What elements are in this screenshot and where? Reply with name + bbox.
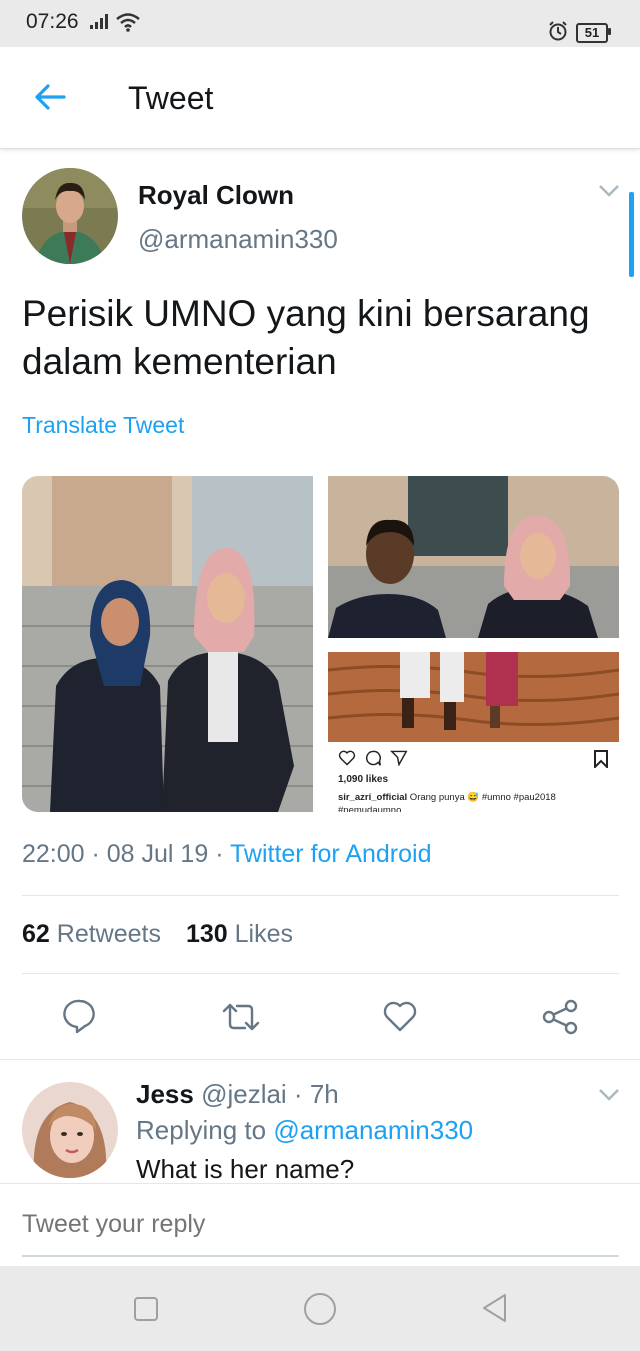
author-name[interactable]: Royal Clown xyxy=(138,180,294,211)
retweets-stat[interactable]: 62 Retweets xyxy=(22,920,161,948)
likes-label: Likes xyxy=(234,920,293,948)
tweet-timestamp: 22:00 · 08 Jul 19 · Twitter for Android xyxy=(22,840,432,869)
translate-tweet-link[interactable]: Translate Tweet xyxy=(22,412,184,439)
status-time: 07:26 xyxy=(26,10,79,33)
replying-to-mention[interactable]: @armanamin330 xyxy=(273,1115,473,1145)
likes-count: 130 xyxy=(185,920,228,948)
embedded-post-likes: 1,090 likes xyxy=(338,774,389,785)
replying-to: Replying to @armanamin330 xyxy=(136,1115,473,1146)
retweets-label: Retweets xyxy=(56,920,161,948)
chevron-down-icon[interactable] xyxy=(598,1088,620,1102)
tweet-stats: 62 Retweets 130 Likes xyxy=(22,920,293,949)
embedded-post-caption: sir_azri_official Orang punya 😅 #umno #p… xyxy=(338,792,556,803)
signal-icon xyxy=(90,14,108,29)
embedded-post-caption-text: Orang punya 😅 #umno #pau2018 xyxy=(407,792,556,803)
alarm-icon xyxy=(549,21,567,41)
tweet-text: Perisik UMNO yang kini bersarang dalam k… xyxy=(22,293,590,382)
back-arrow-icon[interactable] xyxy=(34,83,66,111)
share-icon[interactable] xyxy=(542,999,578,1035)
reply-input-underline xyxy=(22,1255,619,1257)
divider xyxy=(22,895,619,896)
embedded-post-username: sir_azri_official xyxy=(338,792,408,803)
reply-input[interactable] xyxy=(22,1210,612,1239)
reply-text: What is her name? xyxy=(136,1154,355,1182)
author-avatar[interactable] xyxy=(22,168,118,264)
media-photo-1[interactable] xyxy=(22,476,313,812)
chevron-down-icon[interactable] xyxy=(598,184,620,198)
wifi-icon xyxy=(116,13,140,32)
divider xyxy=(22,973,619,974)
heart-outline-icon xyxy=(338,750,356,766)
back-nav-icon[interactable] xyxy=(480,1292,508,1324)
reply-author-name[interactable]: Jess xyxy=(136,1079,194,1109)
scrollbar[interactable] xyxy=(629,192,634,277)
likes-stat[interactable]: 130 Likes xyxy=(186,920,293,948)
battery-icon xyxy=(608,28,611,35)
comment-bubble-icon xyxy=(365,750,381,766)
retweet-icon[interactable] xyxy=(221,1002,261,1032)
reply-icon[interactable] xyxy=(63,998,97,1034)
app-bar xyxy=(0,47,640,149)
send-icon xyxy=(390,750,408,766)
like-heart-icon[interactable] xyxy=(382,1001,418,1033)
reply-header: Jess @jezlai · 7h xyxy=(136,1079,339,1110)
replying-to-label: Replying to xyxy=(136,1115,274,1145)
page-title: Tweet xyxy=(128,80,214,116)
reply-handle-time: @jezlai · 7h xyxy=(193,1079,339,1109)
embedded-post-caption-more: #pemudaumno xyxy=(338,805,402,812)
divider xyxy=(0,1059,640,1060)
author-handle[interactable]: @armanamin330 xyxy=(138,224,338,255)
recent-apps-icon[interactable] xyxy=(133,1296,159,1322)
home-icon[interactable] xyxy=(303,1292,337,1326)
reply-avatar[interactable] xyxy=(22,1082,118,1178)
tweet-media[interactable]: 1,090 likes sir_azri_official Orang puny… xyxy=(22,476,619,812)
bookmark-icon xyxy=(594,750,608,768)
tweet-source-link[interactable]: Twitter for Android xyxy=(230,840,431,868)
tweet-datetime: 22:00 · 08 Jul 19 · xyxy=(22,840,231,868)
retweets-count: 62 xyxy=(22,920,50,948)
media-photo-2[interactable] xyxy=(328,476,619,638)
media-photo-3[interactable]: 1,090 likes sir_azri_official Orang puny… xyxy=(328,652,619,812)
battery-level: 51 xyxy=(576,23,608,43)
